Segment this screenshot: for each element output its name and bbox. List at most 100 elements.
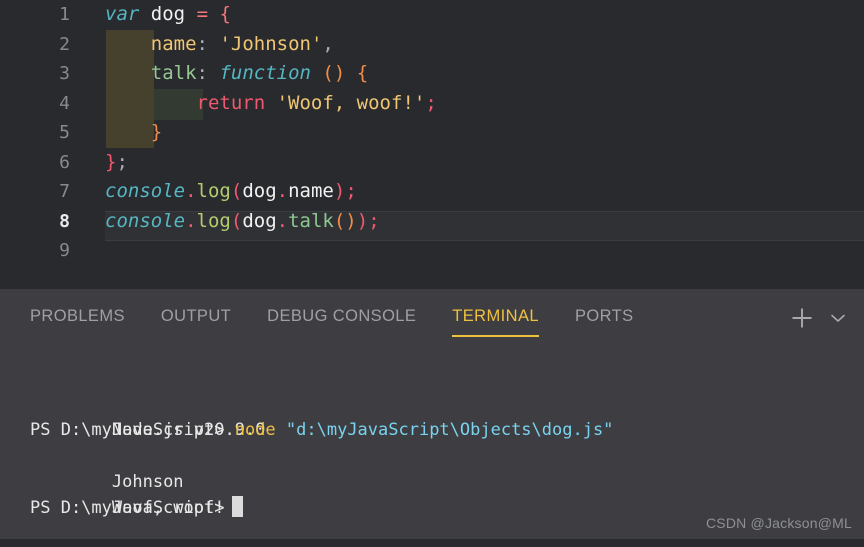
- tab-ports[interactable]: PORTS: [575, 307, 634, 329]
- line-number: 1: [0, 0, 70, 30]
- line-number: 3: [0, 59, 70, 89]
- token-dot: .: [277, 210, 288, 232]
- token-paren-open: (: [231, 210, 242, 232]
- token-paren-close: ): [334, 180, 345, 202]
- token-semicolon: ;: [345, 180, 356, 202]
- line-number: 9: [0, 236, 70, 266]
- code-line-8[interactable]: 8 console.log(dog.talk());: [0, 207, 864, 237]
- token-space: [185, 3, 196, 25]
- token-property-name: name: [151, 33, 197, 55]
- token-object-console: console: [105, 180, 185, 202]
- code-content: talk: function () {: [105, 59, 368, 89]
- token-identifier-dog: dog: [151, 3, 185, 25]
- token-method-log: log: [197, 210, 231, 232]
- token-brace-open: {: [219, 3, 230, 25]
- token-space: [311, 62, 322, 84]
- line-number: 4: [0, 89, 70, 119]
- code-content: name: 'Johnson',: [105, 30, 334, 60]
- token-comma: ,: [322, 33, 333, 55]
- chevron-down-icon[interactable]: [824, 304, 852, 332]
- tab-terminal[interactable]: TERMINAL: [452, 307, 539, 329]
- token-colon: :: [197, 33, 208, 55]
- token-semicolon: ;: [368, 210, 379, 232]
- code-line-2[interactable]: 2 name: 'Johnson',: [0, 30, 864, 60]
- code-content: return 'Woof, woof!';: [105, 89, 437, 119]
- token-indent: [105, 121, 151, 143]
- code-line-9[interactable]: 9: [0, 236, 864, 266]
- token-identifier-dog: dog: [242, 210, 276, 232]
- terminal-line-node-version: Node.js v20.9.0: [30, 391, 265, 417]
- code-content: console.log(dog.name);: [105, 177, 357, 207]
- code-content: var dog = {: [105, 0, 231, 30]
- token-keyword-var: var: [105, 3, 139, 25]
- token-brace-close: }: [105, 151, 116, 173]
- token-property-name: name: [288, 180, 334, 202]
- code-content: console.log(dog.talk());: [105, 207, 380, 237]
- token-space: [265, 92, 276, 114]
- plus-icon[interactable]: [788, 304, 816, 332]
- token-identifier-dog: dog: [242, 180, 276, 202]
- panel-tab-bar: PROBLEMS OUTPUT DEBUG CONSOLE TERMINAL P…: [0, 289, 864, 346]
- command-name: node: [235, 420, 276, 440]
- token-call-parens: (): [334, 210, 357, 232]
- code-content: }: [105, 118, 162, 148]
- line-number: 2: [0, 30, 70, 60]
- code-line-4[interactable]: 4 return 'Woof, woof!';: [0, 89, 864, 119]
- terminal-output[interactable]: Node.js v20.9.0 PS D:\myJavaScript> node…: [0, 346, 864, 539]
- token-space: [208, 33, 219, 55]
- token-dot: .: [185, 210, 196, 232]
- token-space: [345, 62, 356, 84]
- token-property-talk: talk: [151, 62, 197, 84]
- token-operator-assign: =: [197, 3, 208, 25]
- token-paren-close: ): [357, 210, 368, 232]
- bottom-panel: PROBLEMS OUTPUT DEBUG CONSOLE TERMINAL P…: [0, 289, 864, 539]
- token-dot: .: [185, 180, 196, 202]
- token-method-talk: talk: [288, 210, 334, 232]
- line-number: 5: [0, 118, 70, 148]
- code-content: };: [105, 148, 128, 178]
- code-line-7[interactable]: 7 console.log(dog.name);: [0, 177, 864, 207]
- token-colon: :: [197, 62, 208, 84]
- token-brace-open: {: [357, 62, 368, 84]
- token-keyword-function: function: [219, 62, 311, 84]
- token-space: [208, 62, 219, 84]
- terminal-line-output-name: Johnson: [30, 443, 184, 469]
- code-line-1[interactable]: 1 var dog = {: [0, 0, 864, 30]
- code-editor[interactable]: 1 var dog = { 2 name: 'Johnson', 3 talk:…: [0, 0, 864, 289]
- line-number: 8: [0, 207, 70, 237]
- code-line-3[interactable]: 3 talk: function () {: [0, 59, 864, 89]
- token-string-johnson: 'Johnson': [219, 33, 322, 55]
- line-number: 7: [0, 177, 70, 207]
- token-indent: [105, 33, 151, 55]
- token-method-log: log: [197, 180, 231, 202]
- token-indent: [105, 62, 151, 84]
- token-indent: [105, 92, 197, 114]
- watermark: CSDN @Jackson@ML: [706, 515, 852, 531]
- code-lines: 1 var dog = { 2 name: 'Johnson', 3 talk:…: [0, 0, 864, 289]
- token-space: [276, 420, 286, 440]
- panel-action-bar: [788, 289, 852, 346]
- token-dot: .: [277, 180, 288, 202]
- token-object-console: console: [105, 210, 185, 232]
- terminal-line-output-talk: Woof, woof!: [30, 469, 224, 495]
- token-semicolon: ;: [425, 92, 436, 114]
- code-line-6[interactable]: 6 };: [0, 148, 864, 178]
- vscode-window: 1 var dog = { 2 name: 'Johnson', 3 talk:…: [0, 0, 864, 539]
- terminal-line-command: PS D:\myJavaScript> node "d:\myJavaScrip…: [30, 417, 613, 443]
- tab-problems[interactable]: PROBLEMS: [30, 307, 125, 329]
- token-paren-open: (: [231, 180, 242, 202]
- token-parens: (): [322, 62, 345, 84]
- tab-debug-console[interactable]: DEBUG CONSOLE: [267, 307, 416, 329]
- token-brace-close: }: [151, 121, 162, 143]
- code-line-5[interactable]: 5 }: [0, 118, 864, 148]
- terminal-line-prompt[interactable]: PS D:\myJavaScript>: [30, 495, 243, 521]
- command-argument: "d:\myJavaScript\Objects\dog.js": [286, 420, 614, 440]
- token-space: [139, 3, 150, 25]
- tab-output[interactable]: OUTPUT: [161, 307, 231, 329]
- shell-prompt: PS D:\myJavaScript>: [30, 498, 224, 518]
- token-space: [208, 3, 219, 25]
- shell-prompt: PS D:\myJavaScript>: [30, 420, 235, 440]
- terminal-cursor: [232, 496, 243, 517]
- token-keyword-return: return: [197, 92, 266, 114]
- token-string-woof: 'Woof, woof!': [277, 92, 426, 114]
